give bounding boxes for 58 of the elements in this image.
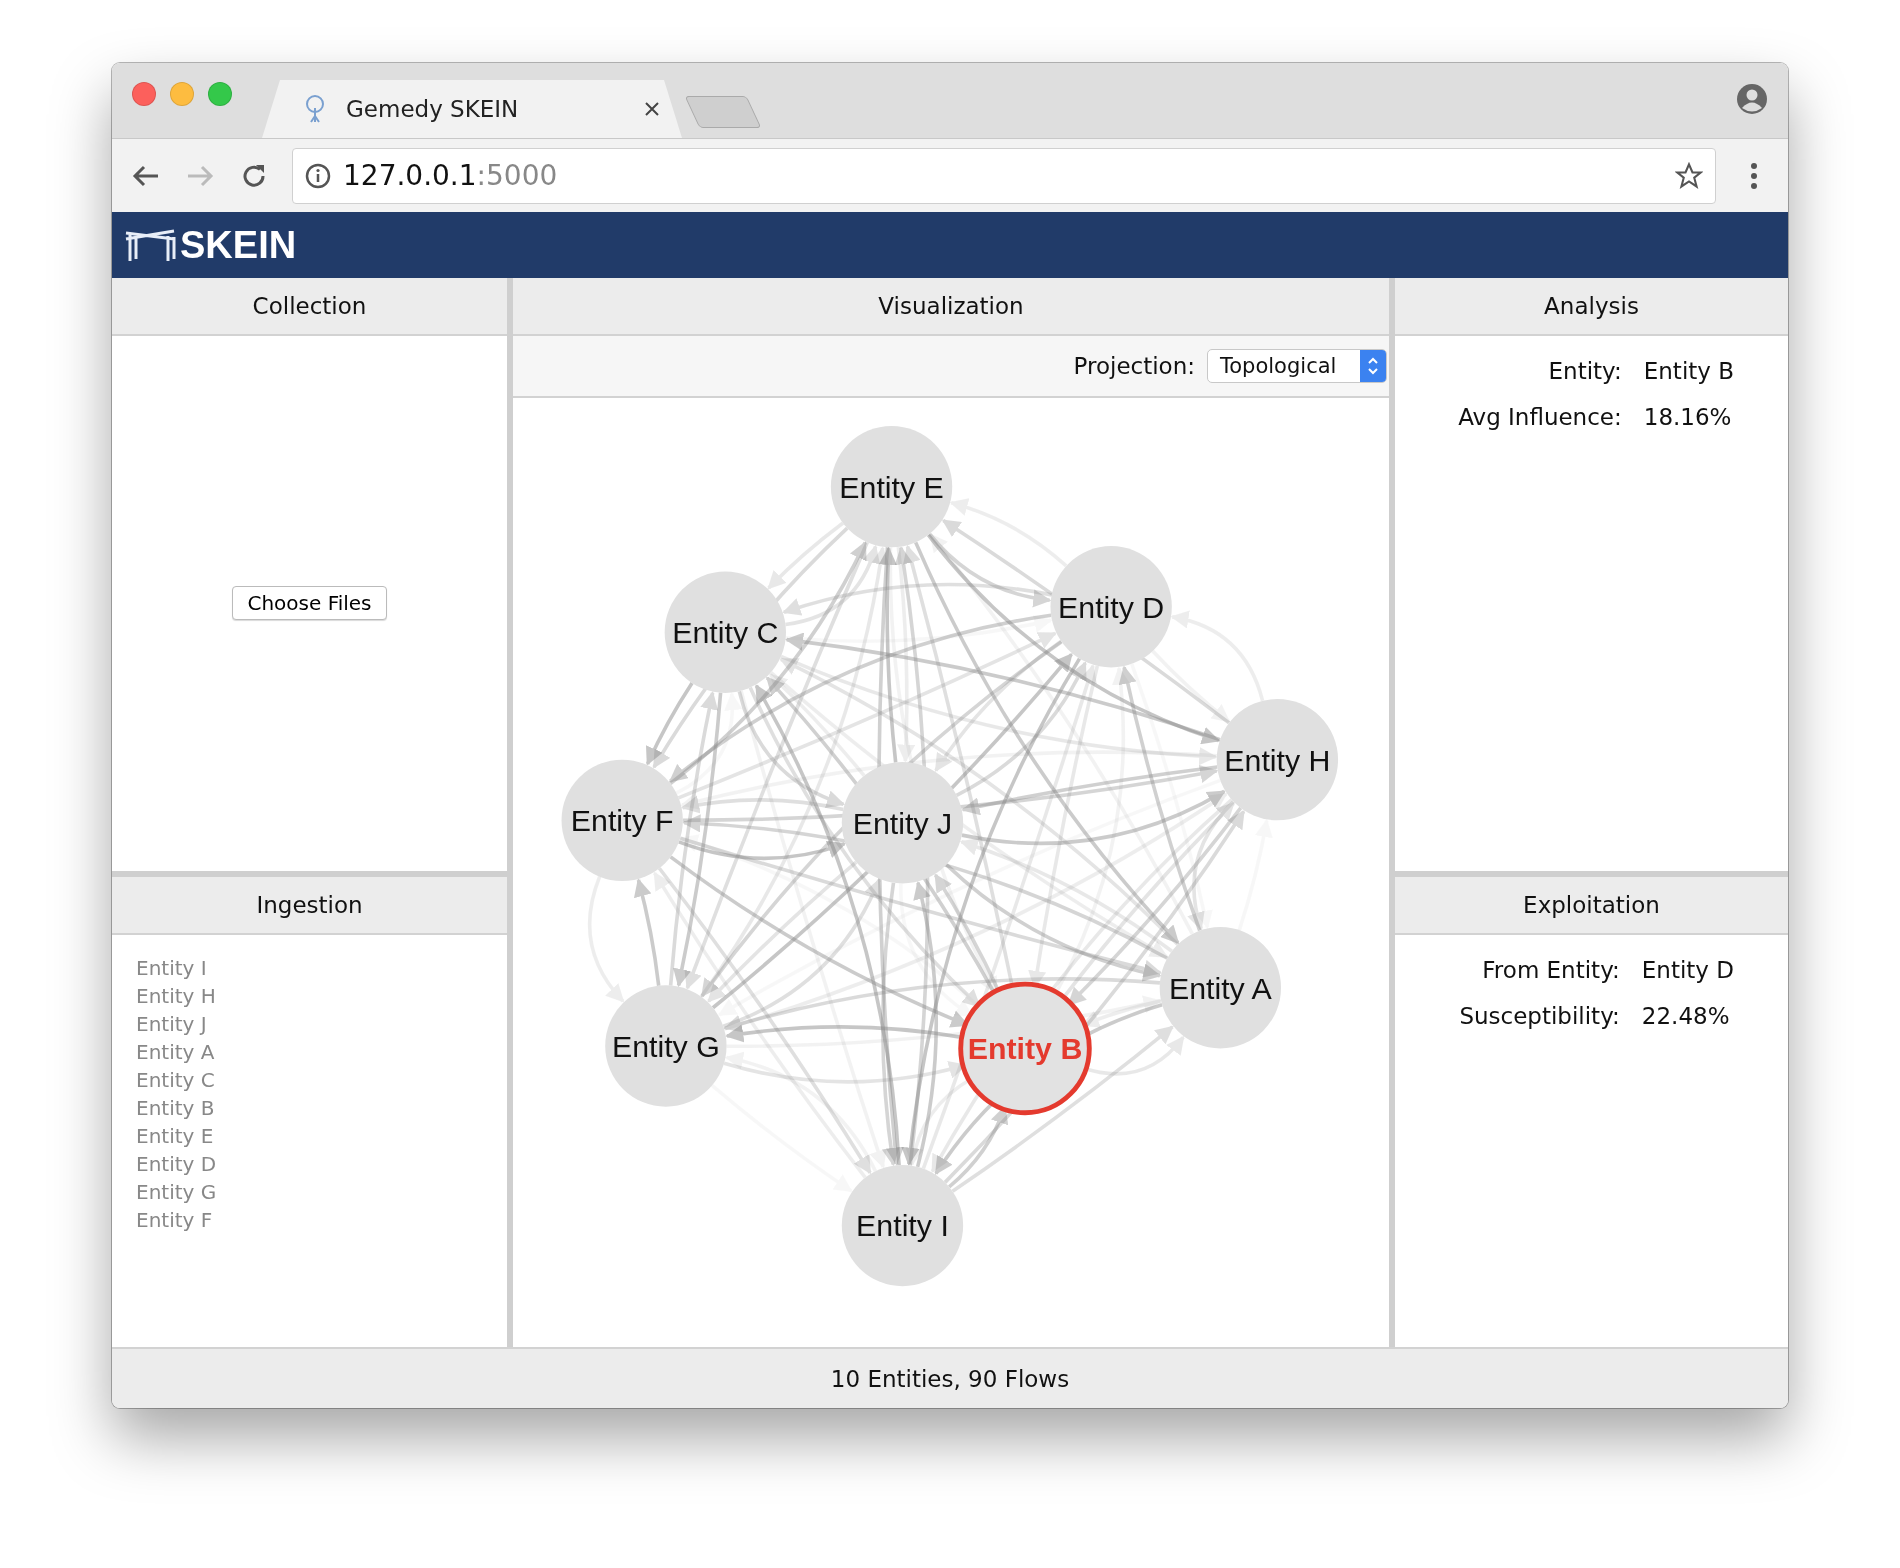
node-label: Entity B	[967, 1032, 1083, 1066]
node-label: Entity A	[1168, 971, 1272, 1005]
entity-list-item: Entity H	[136, 984, 217, 1008]
star-icon[interactable]	[1675, 161, 1703, 190]
field-value: 22.48%	[1641, 1002, 1731, 1029]
close-window-button[interactable]	[132, 81, 156, 106]
panel-title: Exploitation	[1395, 876, 1788, 935]
entity-list-item: Entity C	[136, 1068, 216, 1092]
choose-files-button[interactable]: Choose Files	[232, 586, 387, 621]
node-label: Entity I	[856, 1209, 949, 1243]
node-label: Entity G	[611, 1029, 720, 1063]
status-bar: 10 Entities, 90 Flows	[112, 1347, 1788, 1408]
node-label: Entity E	[839, 470, 944, 504]
entity-node[interactable]	[1216, 699, 1339, 821]
profile-icon[interactable]	[1736, 83, 1768, 115]
node-label: Entity F	[570, 804, 674, 838]
browser-tab[interactable]: Gemedy SKEIN	[262, 80, 682, 138]
entity-list-item: Entity F	[136, 1208, 214, 1232]
logo-text: SKEIN	[180, 223, 297, 267]
node-label: Entity D	[1058, 590, 1165, 624]
projection-label: Projection:	[1073, 353, 1195, 379]
node-label: Entity J	[852, 806, 953, 840]
entity-node[interactable]	[605, 985, 727, 1107]
entity-node[interactable]	[561, 759, 683, 881]
entity-node[interactable]	[958, 981, 1092, 1116]
stepper-icon	[1366, 355, 1380, 377]
panel-title: Analysis	[1395, 278, 1788, 336]
field-label: Entity:	[1547, 358, 1622, 384]
field-value: Entity B	[1643, 358, 1734, 384]
entity-node[interactable]	[830, 426, 953, 548]
field-value: Entity D	[1641, 956, 1734, 983]
address-bar[interactable]: 127.0.0.1:5000	[292, 147, 1716, 204]
entity-list-item: Entity J	[136, 1012, 208, 1036]
entity-node[interactable]	[664, 571, 786, 693]
field-value: 18.16%	[1643, 404, 1733, 430]
field-label: Susceptibility:	[1458, 1002, 1620, 1029]
field-label: Avg Influence:	[1457, 404, 1622, 430]
node-label: Entity C	[672, 616, 779, 650]
panel-title: Ingestion	[112, 876, 507, 935]
entity-list-item: Entity B	[136, 1096, 216, 1120]
entity-list-item: Entity G	[136, 1180, 218, 1204]
entity-node[interactable]	[841, 762, 964, 884]
tab-title: Gemedy SKEIN	[346, 96, 520, 122]
info-icon[interactable]	[305, 162, 331, 189]
entity-list-item: Entity D	[136, 1152, 218, 1176]
projection-select[interactable]: Topological	[1207, 349, 1387, 383]
entity-node[interactable]	[841, 1164, 964, 1287]
panel-title: Visualization	[513, 278, 1389, 336]
panel-title: Collection	[112, 278, 507, 336]
entity-node[interactable]	[1159, 927, 1281, 1049]
field-label: From Entity:	[1481, 956, 1620, 983]
entity-list-item: Entity I	[136, 956, 208, 980]
entity-list-item: Entity A	[136, 1040, 216, 1064]
url-text: 127.0.0.1:5000	[343, 159, 559, 192]
node-label: Entity H	[1224, 743, 1331, 777]
close-icon[interactable]	[644, 101, 660, 117]
entity-node[interactable]	[1050, 546, 1172, 668]
entity-list-item: Entity E	[136, 1124, 215, 1148]
